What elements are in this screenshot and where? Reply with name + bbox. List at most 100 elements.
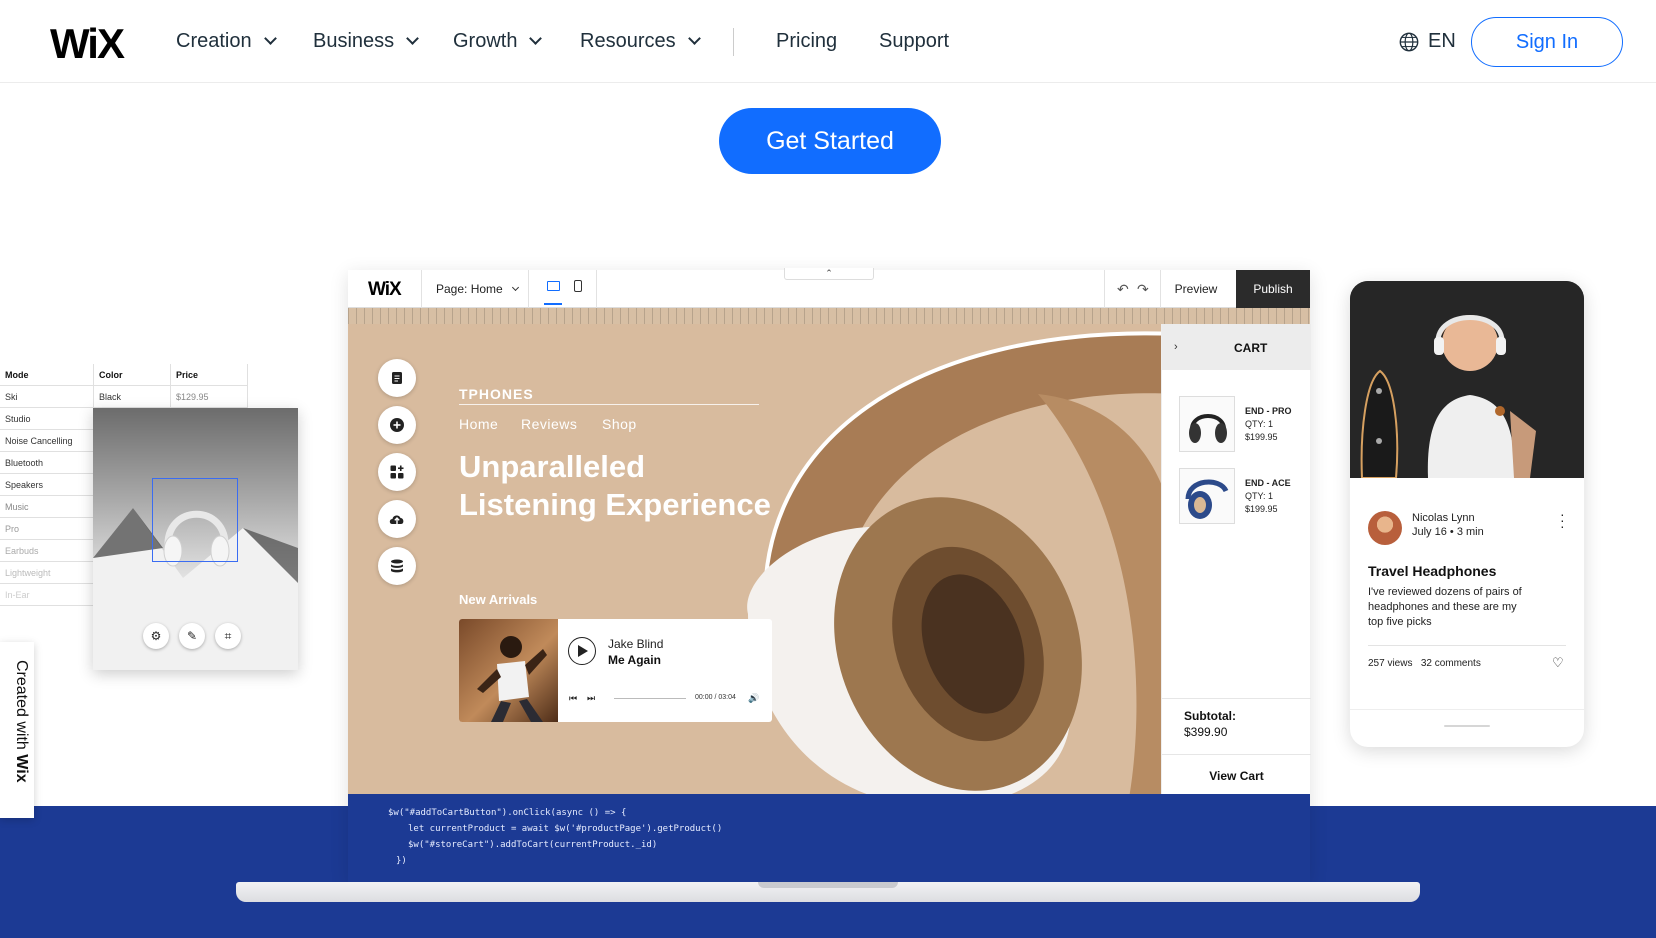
- subtotal-label: Subtotal:: [1184, 709, 1236, 723]
- site-nav-shop[interactable]: Shop: [602, 416, 637, 432]
- views-count: 257 views: [1368, 658, 1413, 669]
- chevron-down-icon: [529, 32, 543, 45]
- site-canvas: TPHONES Home Reviews Shop Unparalleled L…: [348, 324, 1161, 794]
- sheet-cell: Black: [94, 386, 171, 408]
- pages-icon[interactable]: [378, 359, 416, 397]
- cart-panel: › CART END - PRO QTY: 1 $199.95 END - AC…: [1161, 324, 1311, 842]
- site-nav-reviews[interactable]: Reviews: [521, 416, 577, 432]
- mobile-blog-card: Nicolas Lynn July 16 • 3 min · · · Travel …: [1350, 281, 1584, 747]
- play-icon: [578, 645, 588, 657]
- post-title[interactable]: Travel Headphones: [1368, 563, 1496, 579]
- divider: [1368, 645, 1566, 646]
- chevron-down-icon: [406, 32, 420, 45]
- next-track-icon[interactable]: ⏭: [587, 693, 595, 704]
- track-time: 00:00 / 03:04: [695, 694, 736, 701]
- cart-item-thumbnail[interactable]: [1179, 396, 1235, 452]
- database-icon[interactable]: [378, 547, 416, 585]
- chevron-down-icon: [687, 32, 701, 45]
- nav-divider: [733, 28, 734, 56]
- divider: [1162, 698, 1311, 699]
- nav-support[interactable]: Support: [879, 30, 949, 53]
- nav-pricing-label: Pricing: [776, 30, 838, 52]
- laptop-notch: [758, 882, 898, 888]
- site-nav-home[interactable]: Home: [459, 416, 498, 432]
- created-with-wix-tab[interactable]: Created with Wix: [0, 642, 34, 818]
- add-icon[interactable]: [378, 406, 416, 444]
- nav-resources[interactable]: Resources: [580, 30, 701, 53]
- undo-icon[interactable]: ↶: [1117, 281, 1129, 298]
- globe-icon: [1399, 32, 1419, 51]
- hero-heading: Unparalleled Listening Experience: [459, 448, 799, 524]
- subtotal-value: $399.90: [1184, 725, 1228, 739]
- collapse-toolbar-handle[interactable]: ⌃: [784, 268, 874, 280]
- sheet-cell: Lightweight: [0, 562, 94, 584]
- redo-icon[interactable]: ↷: [1137, 281, 1149, 298]
- author-name[interactable]: Nicolas Lynn: [1412, 512, 1475, 524]
- sheet-cell: Studio: [0, 408, 94, 430]
- selection-box[interactable]: [152, 478, 238, 562]
- image-edit-card[interactable]: ⚙ ✎ ⌗: [93, 408, 298, 670]
- song-title: Me Again: [608, 653, 661, 667]
- publish-button[interactable]: Publish: [1236, 270, 1310, 308]
- language-label: EN: [1428, 30, 1456, 52]
- ruler: [348, 308, 1310, 324]
- editor-logo: WiX: [368, 279, 402, 300]
- progress-bar[interactable]: [614, 698, 686, 699]
- sheet-cell: Pro: [0, 518, 94, 540]
- sheet-cell: Noise Cancelling: [0, 430, 94, 452]
- settings-icon[interactable]: ⚙: [143, 623, 169, 649]
- sheet-header-mode: Mode: [0, 364, 94, 386]
- heart-icon[interactable]: ♡: [1552, 655, 1564, 671]
- volume-icon[interactable]: 🔊: [748, 693, 759, 704]
- avatar[interactable]: [1368, 511, 1402, 545]
- view-cart-button[interactable]: View Cart: [1162, 756, 1311, 796]
- chevron-right-icon[interactable]: ›: [1174, 341, 1178, 353]
- divider: [1162, 754, 1311, 755]
- wix-logo[interactable]: WiX: [50, 20, 125, 68]
- headphones-image: [747, 331, 1161, 794]
- nav-resources-label: Resources: [580, 30, 676, 52]
- nav-growth[interactable]: Growth: [453, 30, 543, 53]
- new-arrivals-label: New Arrivals: [459, 592, 538, 607]
- active-view-indicator: [544, 303, 562, 305]
- get-started-button[interactable]: Get Started: [719, 108, 941, 174]
- code-line: let currentProduct = await $w('#productP…: [408, 824, 723, 834]
- nav-business[interactable]: Business: [313, 30, 420, 53]
- site-header: WiX Creation Business Growth Resources P…: [0, 0, 1656, 83]
- divider: [1350, 709, 1584, 710]
- sheet-cell: Ski: [0, 386, 94, 408]
- artist-name: Jake Blind: [608, 637, 664, 651]
- chevron-down-icon: [511, 283, 519, 292]
- brand-underline: [459, 404, 759, 405]
- language-selector[interactable]: EN: [1398, 30, 1456, 53]
- created-with-label: Created with Wix: [4, 660, 30, 783]
- sheet-cell: Speakers: [0, 474, 94, 496]
- cart-item-thumbnail[interactable]: [1179, 468, 1235, 524]
- post-stats: 257 views 32 comments: [1368, 658, 1481, 669]
- chevron-down-icon: [263, 32, 277, 45]
- cart-item-price: $199.95: [1245, 432, 1278, 442]
- sheet-cell: Earbuds: [0, 540, 94, 562]
- page-selector[interactable]: Page: Home: [436, 282, 519, 296]
- comments-count: 32 comments: [1420, 658, 1481, 669]
- apps-icon[interactable]: [378, 453, 416, 491]
- blog-post-image: [1350, 281, 1584, 479]
- cart-item: END - ACE QTY: 1 $199.95: [1245, 477, 1291, 516]
- editor-toolbar: WiX Page: Home ↶ ↷ Preview Publish ⌃: [348, 268, 1310, 308]
- more-options-icon[interactable]: · · ·: [1560, 507, 1565, 533]
- upload-icon[interactable]: [378, 500, 416, 538]
- desktop-view-icon[interactable]: [547, 281, 560, 291]
- pen-icon[interactable]: ✎: [179, 623, 205, 649]
- crop-icon[interactable]: ⌗: [215, 623, 241, 649]
- nav-pricing[interactable]: Pricing: [776, 30, 837, 53]
- nav-growth-label: Growth: [453, 30, 518, 52]
- nav-creation-label: Creation: [176, 30, 252, 52]
- sign-in-button[interactable]: Sign In: [1471, 17, 1623, 67]
- headphones-blue-icon: [1185, 479, 1229, 519]
- previous-track-icon[interactable]: ⏮: [569, 693, 577, 704]
- nav-creation[interactable]: Creation: [176, 30, 277, 53]
- code-line: }): [396, 856, 407, 866]
- mobile-view-icon[interactable]: [574, 280, 582, 292]
- preview-button[interactable]: Preview: [1160, 270, 1232, 308]
- site-brand: TPHONES: [459, 386, 534, 402]
